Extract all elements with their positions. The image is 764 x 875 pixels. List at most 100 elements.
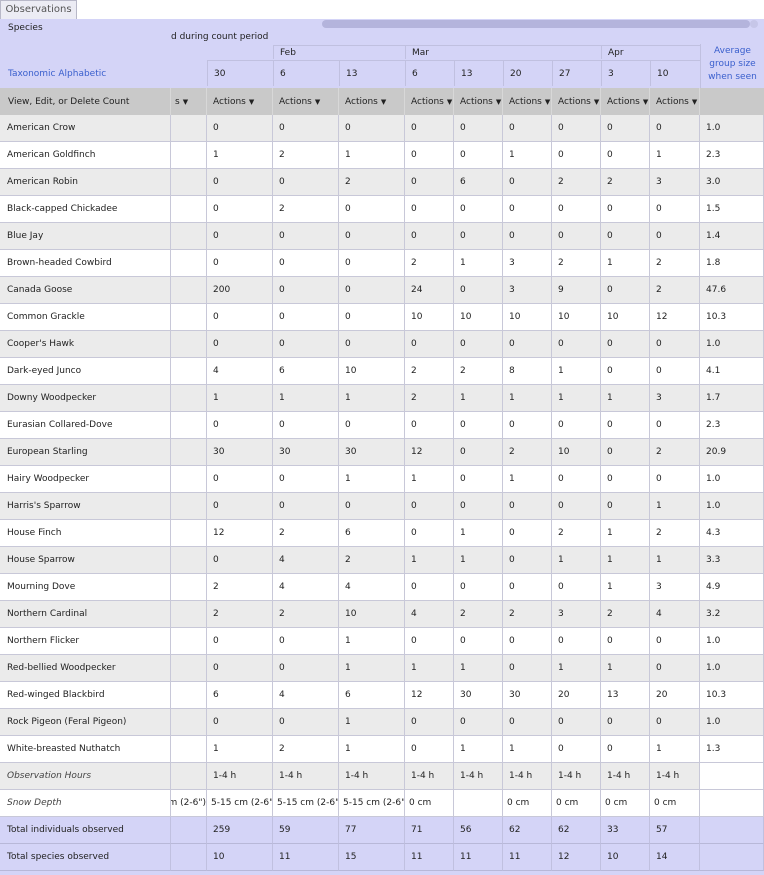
count-cell: 0 [273,466,339,493]
count-cell: 6 [339,682,405,709]
count-cell: 2 [273,601,339,628]
count-cell: 2 [601,169,650,196]
count-cell: 6 [207,682,273,709]
day-header: 13 [339,60,405,86]
taxonomic-sort-link[interactable]: Taxonomic Alphabetic [0,64,171,84]
count-cell: 1 [552,358,601,385]
hours-cell: 1-4 h [405,763,454,790]
count-cell: 2 [454,358,503,385]
count-cell: 0 [503,493,552,520]
total-cell: 259 [207,817,273,844]
count-cell: 0 [207,547,273,574]
species-name: European Starling [0,439,171,466]
count-cell: 0 [339,196,405,223]
actions-button-label: Actions [411,97,444,107]
actions-button-label: Actions [509,97,542,107]
actions-button-label: Actions [460,97,493,107]
actions-button[interactable]: Actions ▼ [207,88,273,116]
count-cell: 3 [552,601,601,628]
species-name: Brown-headed Cowbird [0,250,171,277]
count-cell: 1 [207,385,273,412]
caret-down-icon: ▼ [691,98,698,106]
species-name: Red-winged Blackbird [0,682,171,709]
count-cell: 0 [273,223,339,250]
count-cell: 1 [601,547,650,574]
count-cell: 30 [207,439,273,466]
species-name: Blue Jay [0,223,171,250]
caret-down-icon: ▼ [593,98,600,106]
count-cell: 0 [503,196,552,223]
count-cell: 4 [650,601,700,628]
count-cell [171,385,207,412]
actions-button[interactable]: Actions ▼ [503,88,552,116]
count-cell: 1 [339,736,405,763]
count-cell: 30 [273,439,339,466]
tab-observations[interactable]: Observations [0,0,77,19]
count-cell: 0 [339,115,405,142]
species-name: Rock Pigeon (Feral Pigeon) [0,709,171,736]
count-cell [171,169,207,196]
count-cell: 2 [339,169,405,196]
count-cell: 0 [207,304,273,331]
snow-cell: 5-15 cm (2-6") [207,790,273,817]
count-cell [171,655,207,682]
species-name: Black-capped Chickadee [0,196,171,223]
hours-cell: 1-4 h [273,763,339,790]
count-cell [171,304,207,331]
count-cell: 0 [405,736,454,763]
count-cell: 2 [405,385,454,412]
actions-button[interactable]: Actions ▼ [339,88,405,116]
snow-cell: 0 cm [405,790,454,817]
count-cell: 1 [454,655,503,682]
species-name: Cooper's Hawk [0,331,171,358]
count-cell: 6 [454,169,503,196]
count-cell: 0 [454,115,503,142]
count-cell: 0 [207,331,273,358]
day-header: 3 [601,60,650,86]
count-cell: 0 [207,115,273,142]
snow-cell: 0 cm [650,790,700,817]
count-cell: 0 [405,196,454,223]
count-cell: 0 [454,331,503,358]
day-header: 30 [207,60,273,86]
count-cell: 4 [273,682,339,709]
average-cell: 1.0 [700,655,764,682]
actions-button[interactable]: Actions ▼ [650,88,700,116]
total-cell: 15 [339,844,405,871]
count-cell [171,520,207,547]
count-cell: 2 [405,250,454,277]
total-cell: 10 [207,844,273,871]
average-cell: 1.7 [700,385,764,412]
actions-button[interactable]: Actions ▼ [273,88,339,116]
count-cell: 0 [405,142,454,169]
count-cell: 0 [405,169,454,196]
scrollbar-thumb[interactable] [322,20,750,28]
total-cell [171,844,207,871]
count-cell: 12 [405,439,454,466]
snow-cell: m (2-6") [171,790,207,817]
average-cell: 4.1 [700,358,764,385]
actions-button[interactable]: Actions ▼ [552,88,601,116]
count-cell: 1 [454,385,503,412]
actions-button[interactable]: Actions ▼ [454,88,503,116]
count-cell [171,250,207,277]
actions-button-label: Actions [345,97,378,107]
count-cell: 4 [273,547,339,574]
average-cell: 1.0 [700,115,764,142]
actions-button-label: Actions [558,97,591,107]
count-cell: 0 [273,304,339,331]
count-cell: 0 [454,196,503,223]
species-name: Dark-eyed Junco [0,358,171,385]
actions-button[interactable]: Actions ▼ [405,88,454,116]
count-cell: 0 [454,493,503,520]
count-cell: 6 [339,520,405,547]
count-cell: 30 [503,682,552,709]
count-cell: 0 [503,574,552,601]
actions-button[interactable]: Actions ▼ [601,88,650,116]
snow-cell: 5-15 cm (2-6") [339,790,405,817]
count-cell: 4 [405,601,454,628]
count-cell [171,736,207,763]
count-cell: 1 [601,385,650,412]
count-cell: 2 [207,601,273,628]
actions-button[interactable]: s ▼ [171,88,207,116]
